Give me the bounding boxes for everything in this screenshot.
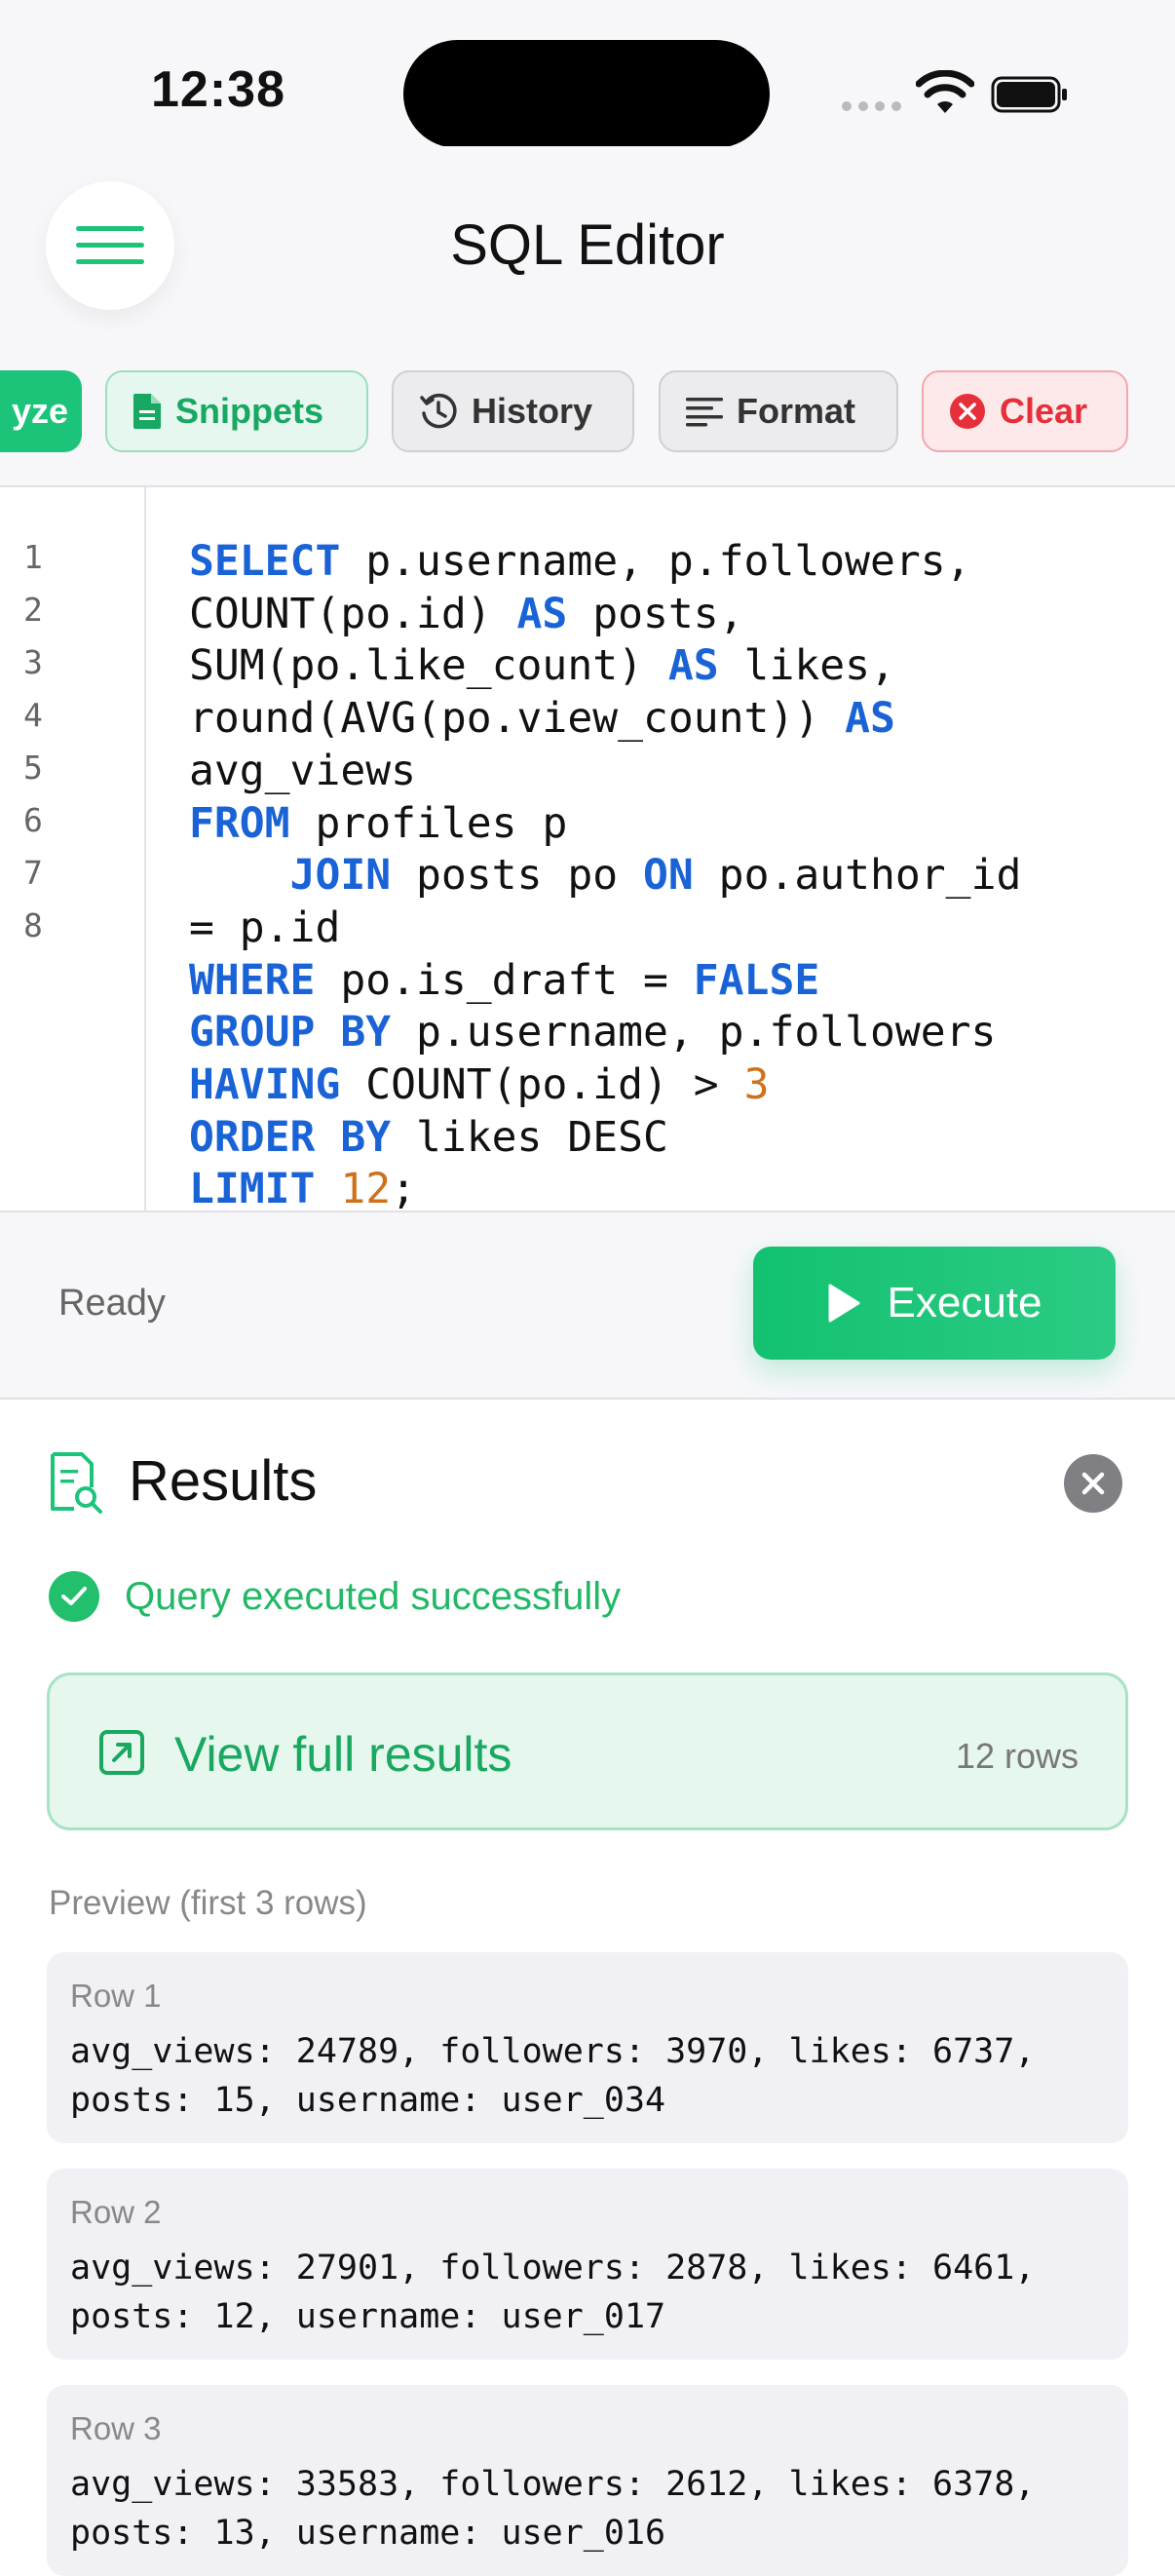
execution-status: Ready [58, 1283, 166, 1324]
line-number: 7 [23, 854, 43, 892]
format-button[interactable]: Format [659, 370, 898, 452]
line-number-gutter: 1 2 3 4 5 6 7 8 [0, 487, 146, 1211]
line-number: 1 [23, 538, 43, 576]
result-row-card: Row 2 avg_views: 27901, followers: 2878,… [47, 2169, 1128, 2360]
preview-label: Preview (first 3 rows) [49, 1884, 367, 1922]
format-label: Format [737, 391, 856, 431]
line-number: 4 [23, 696, 43, 734]
line-number: 8 [23, 906, 43, 944]
align-left-icon [686, 398, 723, 427]
clear-button[interactable]: Clear [922, 370, 1128, 452]
view-full-results-label: View full results [174, 1727, 512, 1782]
results-document-search-icon [51, 1452, 102, 1514]
row-values: avg_views: 33583, followers: 2612, likes… [70, 2465, 1036, 2504]
editor-toolbar: yze Snippets History Format Clear [0, 351, 1175, 487]
row-values: posts: 12, username: user_017 [70, 2297, 666, 2336]
view-full-results-button[interactable]: View full results 12 rows [47, 1672, 1128, 1830]
page-title: SQL Editor [450, 213, 725, 277]
line-number: 2 [23, 591, 43, 629]
row-count: 12 rows [955, 1736, 1079, 1776]
wifi-icon [916, 70, 974, 113]
snippets-button[interactable]: Snippets [105, 370, 368, 452]
line-number: 3 [23, 643, 43, 681]
results-title: Results [129, 1449, 318, 1513]
row-values: posts: 15, username: user_034 [70, 2081, 666, 2120]
analyze-button[interactable]: yze [0, 370, 82, 452]
battery-icon [991, 76, 1067, 113]
app-header: SQL Editor [0, 146, 1175, 351]
row-title: Row 1 [70, 1978, 162, 2014]
analyze-label: yze [11, 391, 68, 431]
row-values: avg_views: 24789, followers: 3970, likes… [70, 2032, 1036, 2071]
history-button[interactable]: History [392, 370, 634, 452]
dynamic-island [403, 40, 770, 148]
history-label: History [472, 391, 593, 431]
results-panel: Results Query executed successfully View… [0, 1400, 1175, 2576]
status-time: 12:38 [151, 61, 285, 118]
success-text: Query executed successfully [125, 1574, 622, 1618]
close-icon [1081, 1472, 1105, 1495]
result-row-card: Row 1 avg_views: 24789, followers: 3970,… [47, 1952, 1128, 2143]
play-icon [828, 1284, 859, 1323]
row-title: Row 3 [70, 2410, 162, 2446]
sql-editor[interactable]: 1 2 3 4 5 6 7 8 SELECT p.username, p.fol… [0, 487, 1175, 1212]
checkmark-circle-icon [49, 1571, 99, 1622]
line-number: 5 [23, 749, 43, 787]
row-title: Row 2 [70, 2194, 162, 2230]
execute-label: Execute [887, 1279, 1042, 1326]
result-row-card: Row 3 avg_views: 33583, followers: 2612,… [47, 2385, 1128, 2576]
execute-bar: Ready Execute [0, 1212, 1175, 1400]
row-values: avg_views: 27901, followers: 2878, likes… [70, 2249, 1036, 2288]
sql-code[interactable]: SELECT p.username, p.followers, COUNT(po… [189, 536, 1021, 1211]
snippets-label: Snippets [175, 391, 324, 431]
clear-label: Clear [1000, 391, 1088, 431]
history-clock-icon [420, 393, 457, 429]
cellular-signal-icon [842, 101, 901, 111]
success-message: Query executed successfully [49, 1571, 621, 1622]
open-external-icon [99, 1730, 144, 1775]
row-values: posts: 13, username: user_016 [70, 2514, 666, 2553]
document-icon [133, 394, 161, 429]
clear-x-circle-icon [950, 394, 985, 429]
execute-button[interactable]: Execute [753, 1247, 1116, 1360]
line-number: 6 [23, 801, 43, 839]
close-results-button[interactable] [1064, 1454, 1122, 1513]
